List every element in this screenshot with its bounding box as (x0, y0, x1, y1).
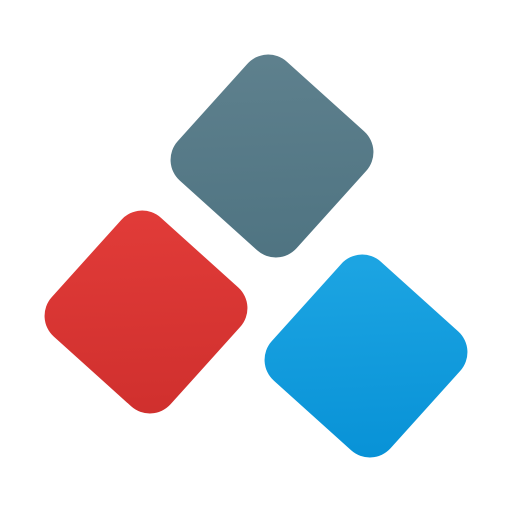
logo-tile-red (44, 210, 248, 414)
three-tile-logo (44, 54, 468, 458)
logo-tile-gray (170, 54, 374, 258)
logo-tile-blue (264, 254, 468, 458)
app-icon-canvas (0, 0, 512, 512)
